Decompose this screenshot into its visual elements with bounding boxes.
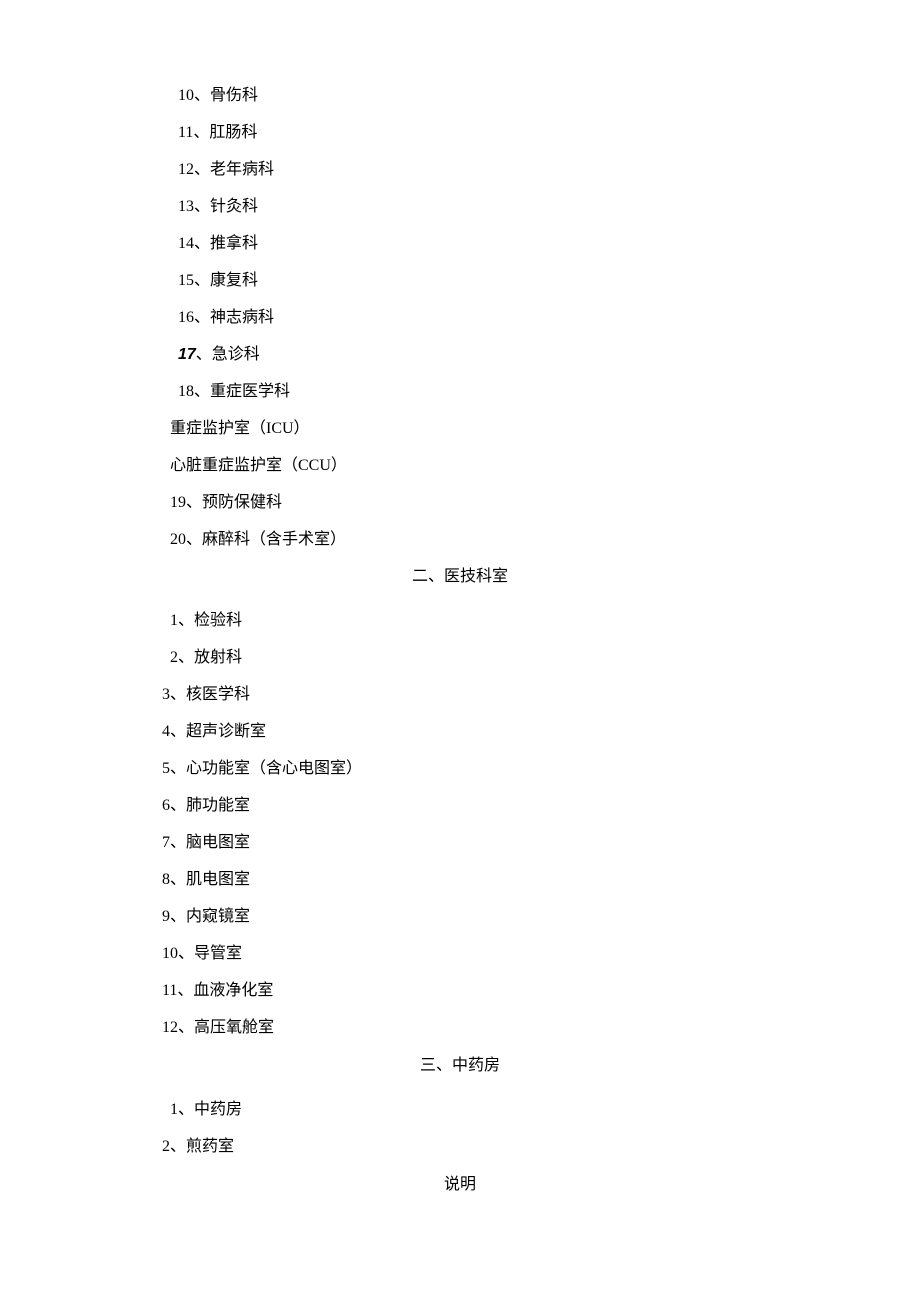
- list-item: 3、核医学科: [0, 687, 920, 703]
- list-item: 10、导管室: [0, 946, 920, 962]
- list-item: 11、肛肠科: [0, 125, 920, 141]
- section-heading: 说明: [0, 1177, 920, 1193]
- list-item: 20、麻醉科（含手术室）: [0, 532, 920, 548]
- list-item: 2、放射科: [0, 650, 920, 666]
- section-heading: 二、医技科室: [0, 569, 920, 585]
- list-item: 17、急诊科: [0, 347, 920, 363]
- section-heading: 三、中药房: [0, 1058, 920, 1074]
- list-item: 12、高压氧舱室: [0, 1020, 920, 1036]
- list-item: 14、推拿科: [0, 236, 920, 252]
- list-item: 9、内窥镜室: [0, 909, 920, 925]
- list-item: 15、康复科: [0, 273, 920, 289]
- list-item: 5、心功能室（含心电图室）: [0, 761, 920, 777]
- list-item: 1、中药房: [0, 1102, 920, 1118]
- item-text: 、急诊科: [196, 346, 260, 363]
- list-item: 10、骨伤科: [0, 88, 920, 104]
- list-item: 16、神志病科: [0, 310, 920, 326]
- list-item: 8、肌电图室: [0, 872, 920, 888]
- list-item: 11、血液净化室: [0, 983, 920, 999]
- list-item: 6、肺功能室: [0, 798, 920, 814]
- document-content: 10、骨伤科 11、肛肠科 12、老年病科 13、针灸科 14、推拿科 15、康…: [0, 88, 920, 1193]
- list-item: 13、针灸科: [0, 199, 920, 215]
- list-item: 12、老年病科: [0, 162, 920, 178]
- list-item: 2、煎药室: [0, 1139, 920, 1155]
- list-item: 4、超声诊断室: [0, 724, 920, 740]
- list-item: 7、脑电图室: [0, 835, 920, 851]
- list-item: 18、重症医学科: [0, 384, 920, 400]
- item-number: 17: [178, 346, 196, 363]
- list-item: 重症监护室（ICU）: [0, 421, 920, 437]
- list-item: 心脏重症监护室（CCU）: [0, 458, 920, 474]
- list-item: 1、检验科: [0, 613, 920, 629]
- list-item: 19、预防保健科: [0, 495, 920, 511]
